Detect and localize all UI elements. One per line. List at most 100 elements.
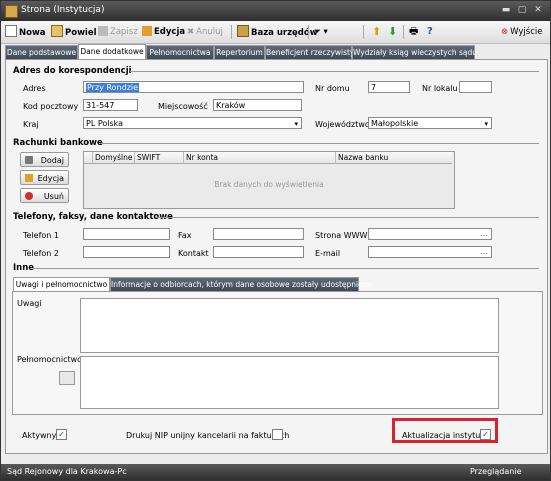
zapisz-button[interactable]: Zapisz [98,25,138,39]
status-right: Przeglądanie [470,467,522,476]
kontakt-input[interactable] [213,246,304,258]
cancel-icon: ✖ [187,27,195,37]
table-corner [84,152,93,164]
telefon2-input[interactable] [83,246,170,258]
add-icon [25,156,33,164]
tab-dane-podstawowe[interactable]: Dane podstawowe [5,45,78,59]
pelnomocnictwo-label: Pełnomocnictwo [17,355,83,364]
database-icon [237,25,249,37]
edycja-button[interactable]: Edycja [142,25,185,39]
dropdown-arrow-icon: ▾ [484,120,488,128]
telefon2-label: Telefon 2 [23,249,60,258]
kontakt-label: Kontakt [178,249,209,258]
uwagi-label: Uwagi [17,299,42,308]
anuluj-button[interactable]: ✖ Anuluj [187,25,223,39]
status-left: Sąd Rejonowy dla Krakowa-Pc [7,467,127,476]
dialog-window: Strona (Instytucja) ▬ ▢ ✕ Nowa Powiel Za… [0,0,551,481]
tab-pelnomocnictwa[interactable]: Pełnomocnictwa [146,45,214,59]
address-section-title: Adres do korespondencji [13,66,132,76]
filter-icon: ⏷ [314,27,321,37]
telefon1-input[interactable] [83,228,170,240]
email-input[interactable]: … [368,246,492,258]
adres-input[interactable]: Przy Rondzie [83,81,304,93]
save-icon [98,26,108,36]
bank-accounts-table[interactable]: Domyślne SWIFT Nr konta Nazwa banku Brak… [83,151,455,209]
baza-urzedow-button[interactable]: Baza urzędów [237,25,318,39]
fax-label: Fax [178,231,192,240]
tab-dane-dodatkowe[interactable]: Dane dodatkowe [78,44,146,60]
new-doc-icon [5,25,17,37]
filter-dropdown[interactable]: ⏷ ▾ [314,25,328,39]
tab-informacje-odbiorcy[interactable]: Informacje o odbiorcach, którym dane oso… [110,277,372,291]
tab-wydzialy[interactable]: Wydziały ksiąg wieczystych sądu [352,45,477,59]
print-icon[interactable]: 🖶 [409,25,418,39]
nr-domu-label: Nr domu [315,84,350,93]
kod-pocztowy-input[interactable]: 31-547 [83,99,138,111]
ellipsis-icon[interactable]: … [480,247,488,257]
column-header[interactable]: Nazwa banku [336,152,452,164]
powiel-button[interactable]: Powiel [51,25,97,39]
column-header[interactable]: Nr konta [184,152,336,164]
highlight-box [392,418,498,443]
nr-lokalu-label: Nr lokalu [422,84,458,93]
bank-section-title: Rachunki bankowe [13,138,103,148]
tab-repertorium[interactable]: Repertorium [214,45,265,59]
divider [156,217,539,218]
window-title: Strona (Instytucja) [21,5,105,15]
dodaj-button[interactable]: Dodaj [20,152,69,167]
close-icon[interactable]: ✕ [531,4,545,16]
toolbar-separator [363,25,364,39]
inner-tab-panel: Uwagi Pełnomocnictwo [12,291,543,415]
strona-www-input[interactable]: … [368,228,492,240]
empty-table-message: Brak danych do wyświetlenia [214,180,324,189]
kraj-select[interactable]: PL Polska ▾ [83,117,302,129]
minimize-icon[interactable]: ▬ [499,4,513,16]
miejscowosc-input[interactable]: Kraków [213,99,302,111]
nr-domu-input[interactable]: 7 [368,81,410,93]
strona-www-label: Strona WWW [315,231,368,240]
kraj-label: Kraj [23,120,39,129]
drukuj-nip-checkbox[interactable] [272,429,283,440]
tab-uwagi[interactable]: Uwagi i pełnomocnictwo [13,277,110,292]
delete-icon [25,192,33,200]
wojewodztwo-select[interactable]: Małopolskie ▾ [368,117,492,129]
edycja-rachunek-button[interactable]: Edycja [20,170,69,185]
miejscowosc-label: Miejscowość [158,102,208,111]
tab-beneficjent[interactable]: Beneficjent rzeczywisty [265,45,354,59]
column-header[interactable]: SWIFT [135,152,184,164]
toolbar: Nowa Powiel Zapisz Edycja ✖ Anuluj Baza u… [1,21,550,44]
nowa-button[interactable]: Nowa [5,25,46,39]
drukuj-nip-label: Drukuj NIP unijny kancelarii na fakturac… [126,431,290,440]
status-bar: Sąd Rejonowy dla Krakowa-Pc Przeglądanie [1,464,550,480]
email-label: E-mail [315,249,341,258]
wyjscie-button[interactable]: ⊗ Wyjście [501,25,542,39]
uwagi-textarea[interactable] [80,298,499,353]
adres-label: Adres [23,84,46,93]
app-icon [5,5,18,18]
tab-bar: Dane podstawowe Dane dodatkowe Pełnomocn… [1,44,550,60]
aktywny-checkbox[interactable]: ✓ [56,429,67,440]
aktywny-label: Aktywny [22,431,57,440]
wojewodztwo-label: Województwo [315,120,370,129]
pencil-icon [142,26,152,36]
pelnomocnictwo-textarea[interactable] [80,356,499,409]
arrow-down-icon[interactable]: ⬇ [388,25,397,39]
toolbar-separator [403,25,404,39]
ellipsis-icon[interactable]: … [480,229,488,239]
divider [130,71,539,72]
help-icon[interactable]: ? [427,25,433,39]
maximize-icon[interactable]: ▢ [515,4,529,16]
column-header[interactable]: Domyślne [93,152,135,164]
other-section-title: Inne [13,263,35,273]
telefon1-label: Telefon 1 [23,231,60,240]
dropdown-arrow-icon: ▾ [294,120,298,128]
title-bar: Strona (Instytucja) ▬ ▢ ✕ [1,1,550,21]
fax-input[interactable] [213,228,304,240]
contact-section-title: Telefony, faksy, dane kontaktowe [13,212,173,222]
document-icon[interactable] [59,371,75,385]
nr-lokalu-input[interactable] [459,81,492,93]
toolbar-separator [308,25,309,39]
arrow-up-icon[interactable]: ⬆ [372,25,381,39]
usun-button[interactable]: Usuń [20,188,69,203]
tab-panel: Adres do korespondencji Adres Przy Rondz… [5,59,548,454]
